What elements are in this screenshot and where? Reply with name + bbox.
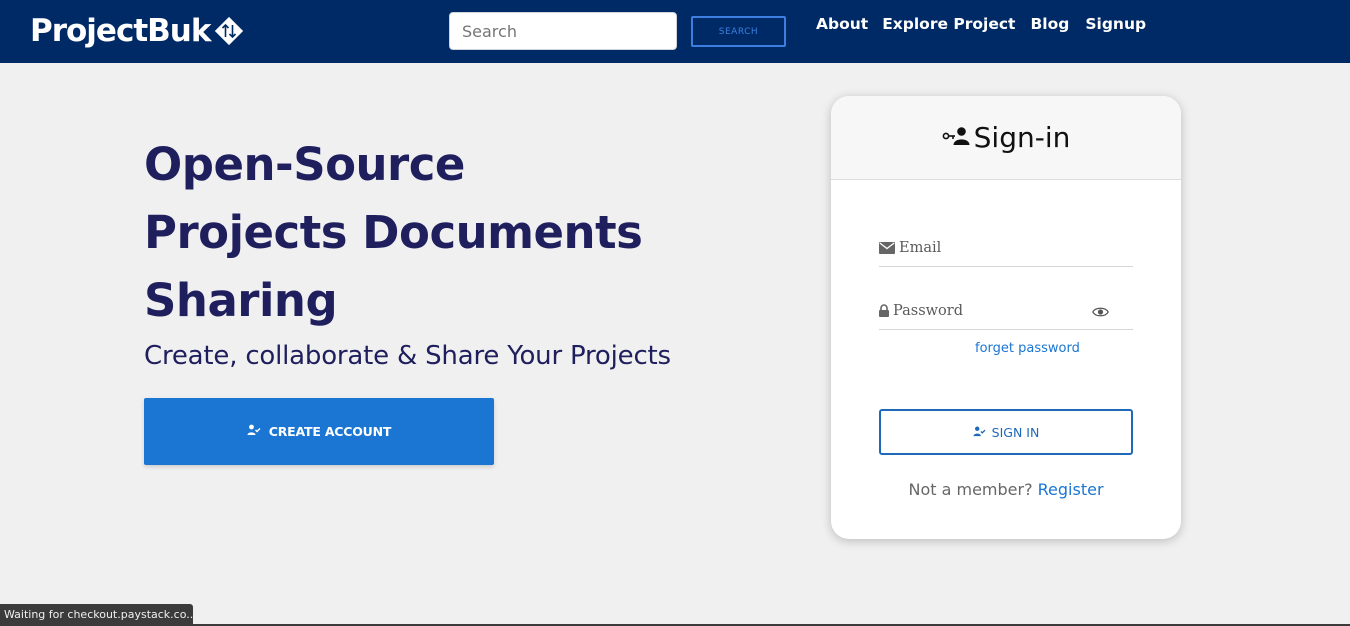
lock-icon <box>879 302 889 321</box>
search-input[interactable] <box>449 12 677 50</box>
signin-card-header: Sign-in <box>831 96 1181 180</box>
eye-icon[interactable] <box>1092 303 1109 322</box>
register-link[interactable]: Register <box>1038 480 1104 499</box>
hero-title-line: Sharing <box>144 274 338 327</box>
forget-password-link[interactable]: forget password <box>975 341 1080 356</box>
nav-link-explore-project[interactable]: Explore Project <box>882 13 1015 35</box>
signin-button[interactable]: SIGN IN <box>879 409 1133 455</box>
create-account-button[interactable]: CREATE ACCOUNT <box>144 398 494 465</box>
user-key-icon <box>942 124 972 152</box>
brand-logo[interactable]: ProjectBuk <box>30 11 246 51</box>
search-button[interactable]: SEARCH <box>691 16 786 47</box>
nav-links: About Explore Project Blog Signup <box>816 13 1162 35</box>
envelope-icon <box>879 239 895 258</box>
browser-status-bar: Waiting for checkout.paystack.co... <box>0 604 193 626</box>
password-field <box>879 293 1133 330</box>
user-check-icon <box>973 425 986 440</box>
create-account-label: CREATE ACCOUNT <box>268 424 392 439</box>
hero-title-line: Open-Source <box>144 138 465 191</box>
email-field <box>879 230 1133 267</box>
nav-link-blog[interactable]: Blog <box>1030 13 1069 35</box>
email-input[interactable] <box>895 239 1081 257</box>
not-member-text: Not a member? <box>908 480 1033 499</box>
password-input[interactable] <box>889 302 1075 320</box>
brand-name: ProjectBuk <box>30 13 211 49</box>
user-check-icon <box>247 424 261 439</box>
hero-title-line: Projects Documents <box>144 206 643 259</box>
signin-button-label: SIGN IN <box>991 424 1040 440</box>
navbar: ProjectBuk SEARCH About Explore Project … <box>0 0 1350 63</box>
signin-title: Sign-in <box>973 121 1071 154</box>
nav-link-about[interactable]: About <box>816 13 868 35</box>
hero-title: Open-Source Projects Documents Sharing <box>144 131 784 335</box>
register-prompt: Not a member? Register <box>831 480 1181 499</box>
hero-subtitle: Create, collaborate & Share Your Project… <box>144 341 671 371</box>
diamond-arrows-icon <box>212 14 246 48</box>
nav-link-signup[interactable]: Signup <box>1085 13 1146 35</box>
